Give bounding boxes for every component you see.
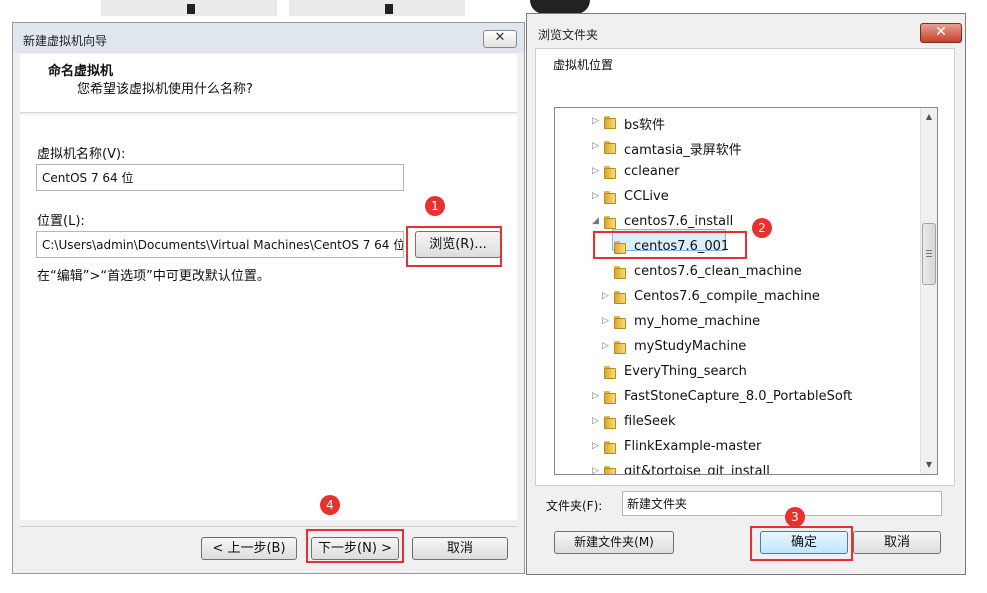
expand-arrow-icon[interactable]: ▷ [602,341,612,351]
scroll-down-arrow-icon[interactable]: ▼ [921,457,937,473]
close-icon: ✕ [935,24,947,40]
vm-name-input[interactable]: CentOS 7 64 位 [36,164,404,191]
tree-item[interactable]: ▷ camtasia_录屏软件 [555,137,915,159]
new-folder-button[interactable]: 新建文件夹(M) [554,531,674,554]
folder-icon [603,115,617,130]
folder-icon [613,315,627,330]
background-window-icon [530,0,590,14]
location-input[interactable]: C:\Users\admin\Documents\Virtual Machine… [36,231,404,258]
folder-label: 文件夹(F): [546,499,603,513]
folder-icon [613,290,627,305]
tree-scrollbar[interactable]: ▲ ▼ [920,108,937,474]
background-window-tile [101,0,277,16]
wizard-close-button[interactable]: ✕ [483,30,517,48]
tree-item[interactable]: ▷ Centos7.6_compile_machine [555,287,915,309]
tree-item-label: ccleaner [624,164,680,179]
tree-item-label: bs软件 [624,118,666,133]
folder-icon [603,215,617,230]
wizard-title: 新建虚拟机向导 [23,34,108,48]
folder-icon [603,440,617,455]
location-hint: 在“编辑”>“首选项”中可更改默认位置。 [37,269,270,284]
annotation-badge-4: 4 [320,495,340,515]
browse-cancel-button[interactable]: 取消 [853,531,941,554]
background-window-tile [289,0,465,16]
folder-icon [603,165,617,180]
tree-item-label: FlinkExample-master [624,439,762,454]
expand-arrow-icon[interactable]: ◢ [592,216,602,226]
tree-item[interactable]: ▷ CCLive [555,187,915,209]
expand-arrow-icon[interactable]: ▷ [592,166,602,176]
wizard-header: 命名虚拟机 您希望该虚拟机使用什么名称? [20,54,517,113]
new-vm-wizard-window: 新建虚拟机向导 ✕ 命名虚拟机 您希望该虚拟机使用什么名称? 虚拟机名称(V):… [12,22,525,574]
folder-icon [603,415,617,430]
close-icon: ✕ [494,30,506,45]
tree-item-label: fileSeek [624,414,676,429]
tree-item-label: CCLive [624,189,669,204]
browse-close-button[interactable]: ✕ [920,23,962,43]
tree-item-label: centos7.6_clean_machine [634,264,802,279]
tree-item-label: myStudyMachine [634,339,747,354]
annotation-badge-1: 1 [425,196,445,216]
folder-icon [603,190,617,205]
annotation-badge-2: 2 [752,218,772,238]
annotation-badge-3: 3 [785,507,805,527]
tree-item[interactable]: ▷ fileSeek [555,412,915,434]
browse-title: 浏览文件夹 [538,28,599,42]
scroll-thumb[interactable] [922,223,936,285]
expand-arrow-icon[interactable]: ▷ [602,316,612,326]
browse-description: 虚拟机位置 [553,58,614,72]
annotation-box-next [306,529,404,563]
tree-item-label: centos7.6_install [624,214,734,229]
wizard-content: 虚拟机名称(V): CentOS 7 64 位 位置(L): C:\Users\… [20,115,517,520]
tree-item-label: Centos7.6_compile_machine [634,289,820,304]
expand-arrow-icon[interactable]: ▷ [592,441,602,451]
tree-item[interactable]: EveryThing_search [555,362,915,384]
location-label: 位置(L): [37,214,85,229]
annotation-box-browse [406,226,502,267]
expand-arrow-icon[interactable]: ▷ [592,466,602,474]
annotation-box-ok [750,526,853,561]
tree-item-label: git&tortoise_git_install [624,464,770,475]
tree-item[interactable]: ▷ my_home_machine [555,312,915,334]
wizard-cancel-button[interactable]: 取消 [412,537,508,560]
tree-item[interactable]: ▷ ccleaner [555,162,915,184]
wizard-footer-divider [20,526,517,527]
annotation-box-selected-folder [593,231,747,259]
vm-name-label: 虚拟机名称(V): [37,147,126,162]
browse-title-bar: 浏览文件夹 ✕ [527,14,965,48]
back-button[interactable]: < 上一步(B) [201,537,297,560]
folder-name-input[interactable]: 新建文件夹 [622,491,942,516]
tree-item-label: EveryThing_search [624,364,747,379]
folder-icon [603,365,617,380]
wizard-header-subtitle: 您希望该虚拟机使用什么名称? [77,82,253,97]
tree-item[interactable]: ▷ myStudyMachine [555,337,915,359]
browse-folder-window: 浏览文件夹 ✕ 虚拟机位置 ▷ bs软件 ▷ camtasia_录屏软件 ▷ cclean… [526,13,966,575]
tree-item[interactable]: ▷ FastStoneCapture_8.0_PortableSoft [555,387,915,409]
tree-item[interactable]: centos7.6_clean_machine [555,262,915,284]
expand-arrow-icon[interactable]: ▷ [592,191,602,201]
folder-icon [603,140,617,155]
tree-item-label: camtasia_录屏软件 [624,143,742,158]
expand-arrow-icon[interactable]: ▷ [592,416,602,426]
expand-arrow-icon[interactable]: ▷ [592,116,602,126]
tree-item-label: FastStoneCapture_8.0_PortableSoft [624,389,853,404]
expand-arrow-icon[interactable]: ▷ [602,291,612,301]
wizard-header-title: 命名虚拟机 [48,64,114,79]
tree-item[interactable]: ▷ bs软件 [555,112,915,134]
scroll-up-arrow-icon[interactable]: ▲ [921,109,937,125]
folder-icon [603,465,617,474]
folder-icon [603,390,617,405]
folder-icon [613,265,627,280]
tree-item-label: my_home_machine [634,314,761,329]
expand-arrow-icon[interactable]: ▷ [592,141,602,151]
folder-tree[interactable]: ▷ bs软件 ▷ camtasia_录屏软件 ▷ ccleaner ▷ CCLive ◢ cent… [554,107,938,475]
folder-icon [613,340,627,355]
wizard-title-bar: 新建虚拟机向导 ✕ [13,23,524,53]
expand-arrow-icon[interactable]: ▷ [592,391,602,401]
tree-item[interactable]: ▷ git&tortoise_git_install [555,462,915,475]
tree-item[interactable]: ▷ FlinkExample-master [555,437,915,459]
